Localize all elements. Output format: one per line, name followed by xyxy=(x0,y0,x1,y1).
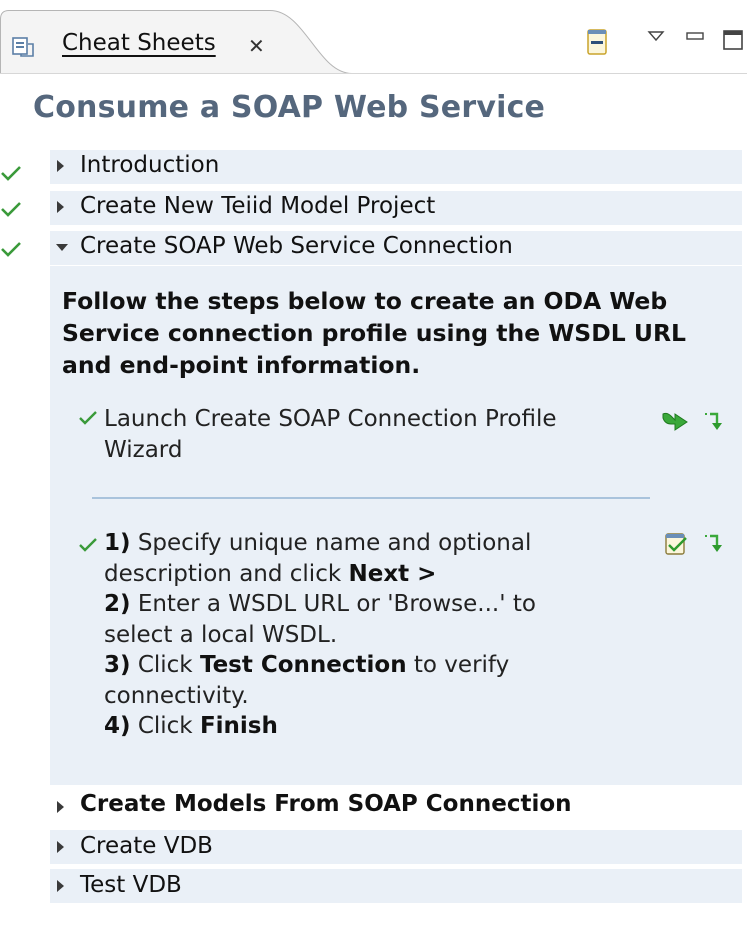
item-label[interactable]: Create New Teiid Model Project xyxy=(80,193,435,219)
launch-wizard-icon[interactable] xyxy=(661,410,691,432)
instruction-line: 4) Click Finish xyxy=(104,713,278,739)
instruction-line: select a local WSDL. xyxy=(104,621,338,648)
item-label[interactable]: Create VDB xyxy=(80,833,213,859)
expand-arrow-icon[interactable] xyxy=(57,841,64,853)
tab-title[interactable]: Cheat Sheets xyxy=(62,30,216,56)
skip-step-icon[interactable] xyxy=(703,410,729,434)
instruction-line: 2) Enter a WSDL URL or 'Browse...' to xyxy=(104,591,536,617)
view-tab-bar: Cheat Sheets ✕ xyxy=(0,0,747,74)
collapse-arrow-icon[interactable] xyxy=(56,244,68,251)
substep-completed-check-icon xyxy=(79,538,97,552)
minimize-icon[interactable] xyxy=(685,30,705,42)
view-menu-icon[interactable] xyxy=(647,30,665,42)
expand-arrow-icon[interactable] xyxy=(57,160,64,172)
mark-complete-icon[interactable] xyxy=(664,530,690,556)
expand-arrow-icon[interactable] xyxy=(57,880,64,892)
substep-instructions: 1) Specify unique name and optional desc… xyxy=(104,528,644,742)
cheatsheet-title: Consume a SOAP Web Service xyxy=(33,90,546,125)
item-description: Follow the steps below to create an ODA … xyxy=(62,287,687,379)
substep-completed-check-icon xyxy=(79,411,97,425)
item-label[interactable]: Create SOAP Web Service Connection xyxy=(80,233,513,259)
item-label[interactable]: Introduction xyxy=(80,152,219,178)
skip-step-icon[interactable] xyxy=(703,532,729,556)
instruction-line: 1) Specify unique name and optional xyxy=(104,530,532,556)
substep-divider xyxy=(92,497,650,499)
item-label[interactable]: Test VDB xyxy=(80,872,182,898)
tab-bar-divider xyxy=(0,73,747,74)
instruction-line: connectivity. xyxy=(104,682,249,709)
expand-arrow-icon[interactable] xyxy=(57,201,64,213)
completed-check-icon xyxy=(1,242,21,257)
instruction-line: 3) Click Test Connection to verify xyxy=(104,652,510,678)
completed-check-icon xyxy=(1,202,21,217)
cheatsheet-view-icon xyxy=(12,37,34,57)
expand-arrow-icon[interactable] xyxy=(57,801,64,813)
tab-close-icon[interactable]: ✕ xyxy=(248,34,265,58)
completed-check-icon xyxy=(1,166,21,181)
tab-cheat-sheets[interactable]: Cheat Sheets ✕ xyxy=(0,10,352,74)
maximize-icon[interactable] xyxy=(722,29,744,51)
collapse-all-icon[interactable] xyxy=(587,29,607,55)
instruction-line: description and click Next > xyxy=(104,560,437,587)
substep-launch-wizard-text: Launch Create SOAP Connection Profile Wi… xyxy=(104,406,557,463)
item-label[interactable]: Create Models From SOAP Connection xyxy=(80,791,572,817)
